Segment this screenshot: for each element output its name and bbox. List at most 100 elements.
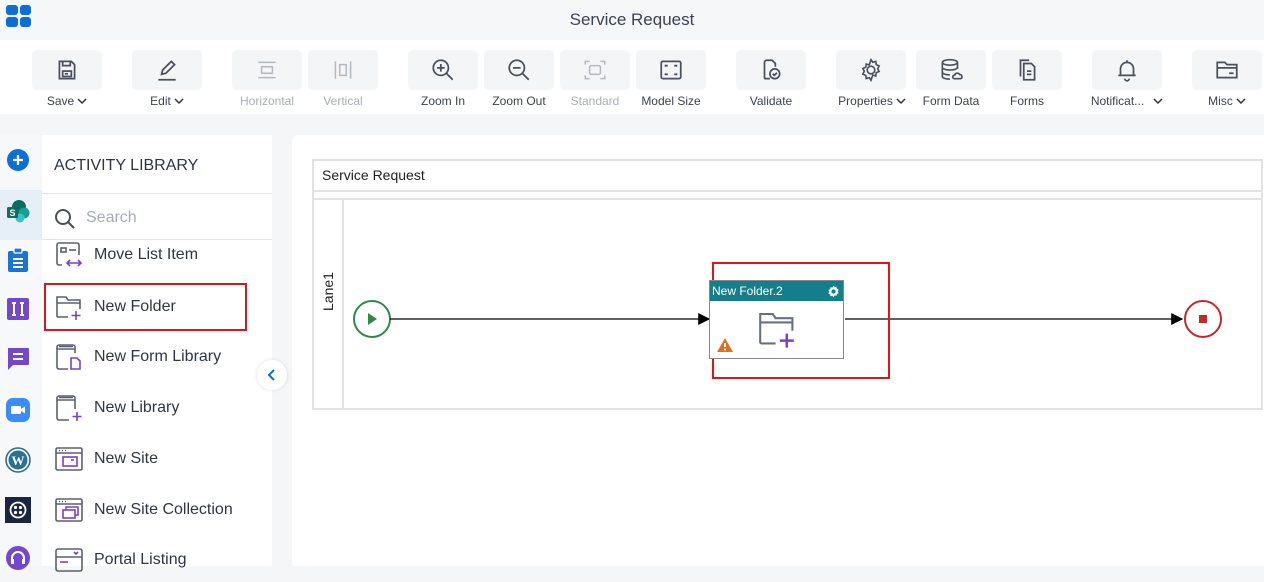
misc-button[interactable] [1192,50,1262,90]
sharepoint-icon: S [7,200,30,223]
activity-library-panel: ACTIVITY LIBRARY Move List Item New Fold… [42,135,272,572]
library-item-new-site[interactable]: New Site [50,437,262,481]
save-icon [58,60,76,80]
process-canvas[interactable]: Service Request Lane1 New Folder.2 [292,135,1264,566]
clipboard-button[interactable] [5,247,31,273]
library-item-new-site-collection[interactable]: New Site Collection [50,488,262,532]
library-item-new-form-library[interactable]: New Form Library [50,335,262,379]
misc-text: Misc [1208,94,1233,108]
save-button[interactable] [32,50,102,90]
folder-icon [1216,61,1238,79]
collapse-library-button[interactable] [257,360,287,390]
forms-icon [1019,59,1036,81]
add-connector-button[interactable] [5,147,31,173]
notifications-button[interactable] [1092,50,1162,90]
gear-icon[interactable] [827,285,840,298]
properties-label[interactable]: Properties [832,94,912,108]
task-header: New Folder.2 [710,281,843,301]
model-size-icon [660,60,682,80]
properties-button[interactable] [836,50,906,90]
library-item-label: Move List Item [94,246,199,263]
pool[interactable]: Service Request Lane1 New Folder.2 [312,159,1263,410]
horizontal-button[interactable] [232,50,302,90]
chat-button[interactable] [5,346,31,372]
twilio-button[interactable] [5,497,31,523]
bell-icon [1118,60,1136,82]
wordpress-button[interactable]: W [5,447,31,473]
library-item-new-folder[interactable]: New Folder [44,283,247,331]
support-button[interactable] [5,545,31,571]
page-title: Service Request [569,10,695,29]
wordpress-icon: W [5,447,31,473]
vertical-icon [334,61,352,79]
start-event[interactable] [353,300,391,338]
new-site-collection-icon [55,498,83,522]
toolbar: Save Edit Horizontal Vertical Zoom In Zo… [0,40,1264,114]
warning-icon[interactable] [716,337,734,353]
standard-button[interactable] [560,50,630,90]
edit-text: Edit [150,94,171,108]
chat-icon [8,348,29,370]
library-item-label: New Folder [94,298,176,315]
edit-label[interactable]: Edit [132,94,202,108]
chevron-down-icon [77,97,87,104]
notifications-label[interactable]: Notificat... [1086,94,1168,108]
clipboard-icon [8,247,28,272]
new-folder-icon [56,296,81,320]
library-item-label: New Form Library [94,348,222,365]
integration-button[interactable] [5,296,31,322]
new-library-icon [56,395,82,421]
task-title: New Folder.2 [712,284,783,298]
edit-button[interactable] [132,50,202,90]
forms-label: Forms [1010,94,1044,108]
connector-sidebar: S W [0,135,42,570]
zoom-connector-button[interactable] [5,397,31,423]
move-list-item-icon [56,242,83,267]
library-item-move-list-item[interactable]: Move List Item [50,233,262,277]
library-item-new-library[interactable]: New Library [50,386,262,430]
chevron-down-icon [1236,97,1246,104]
form-data-button[interactable] [916,50,986,90]
twilio-icon [5,497,31,523]
zoom-out-label: Zoom Out [492,94,546,108]
vertical-button[interactable] [308,50,378,90]
zoom-in-button[interactable] [408,50,478,90]
search-icon [55,209,75,229]
notifications-text: Notificat... [1090,94,1145,108]
vertical-label: Vertical [323,94,363,108]
svg-text:W: W [12,453,25,468]
stop-icon [1199,315,1207,323]
chevron-left-icon [267,369,275,381]
library-item-portal-listing[interactable]: Portal Listing [50,538,262,582]
task-new-folder[interactable]: New Folder.2 [709,280,844,359]
video-icon [6,398,30,422]
end-event[interactable] [1184,300,1222,338]
zoom-out-button[interactable] [484,50,554,90]
headset-icon [6,546,30,570]
portal-listing-icon [55,548,83,572]
search-input[interactable] [86,205,256,231]
divider [42,193,272,194]
edit-icon [158,60,176,81]
model-size-label: Model Size [641,94,701,108]
library-item-label: New Site Collection [94,501,233,518]
standard-label: Standard [570,94,620,108]
forms-button[interactable] [992,50,1062,90]
zoom-in-icon [432,59,454,81]
validate-button[interactable] [736,50,806,90]
model-size-button[interactable] [636,50,706,90]
misc-label[interactable]: Misc [1192,94,1262,108]
sharepoint-button[interactable]: S [5,198,31,224]
plus-circle-icon [7,149,29,171]
new-form-library-icon [56,344,81,370]
standard-icon [584,60,606,80]
save-label[interactable]: Save [32,94,102,108]
zoom-in-label: Zoom In [420,94,465,108]
gear-icon [861,57,881,83]
new-site-icon [55,447,83,471]
chevron-down-icon [1153,97,1163,104]
title-bar: Service Request [0,0,1264,40]
validate-label: Validate [749,94,793,108]
chevron-down-icon [896,97,906,104]
zoom-out-icon [508,59,530,81]
